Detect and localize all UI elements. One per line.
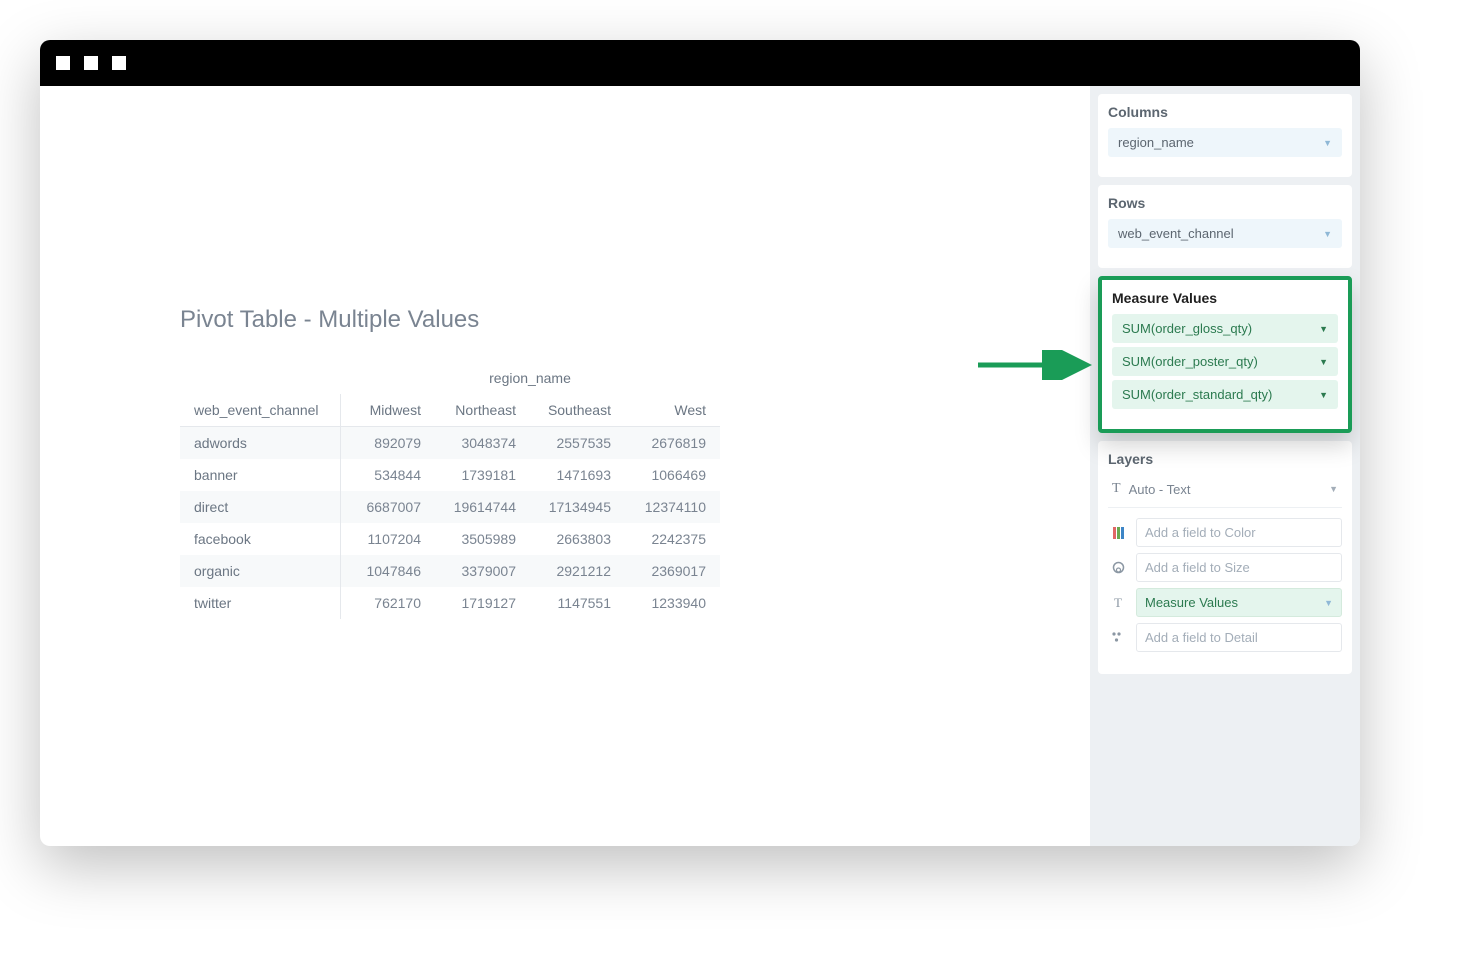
rows-header: web_event_channel: [180, 394, 340, 427]
caret-down-icon: ▼: [1319, 390, 1328, 400]
columns-field-label: region_name: [1118, 135, 1194, 150]
size-icon: [1108, 558, 1128, 578]
table-row: organic1047846337900729212122369017: [180, 555, 720, 587]
text-icon: T: [1108, 593, 1128, 613]
cell-value: 17134945: [530, 491, 625, 523]
caret-down-icon: ▼: [1319, 324, 1328, 334]
caret-down-icon: ▼: [1329, 484, 1338, 494]
cell-value: 1233940: [625, 587, 720, 619]
columns-panel: Columns region_name ▼: [1098, 94, 1352, 177]
table-row: banner534844173918114716931066469: [180, 459, 720, 491]
size-field-input[interactable]: Add a field to Size: [1136, 553, 1342, 582]
rows-panel-title: Rows: [1108, 195, 1342, 211]
table-row: adwords892079304837425575352676819: [180, 427, 720, 460]
window-control[interactable]: [56, 56, 70, 70]
table-row: direct6687007196147441713494512374110: [180, 491, 720, 523]
table-row: twitter762170171912711475511233940: [180, 587, 720, 619]
measure-values-panel: Measure Values SUM(order_gloss_qty)▼SUM(…: [1098, 276, 1352, 433]
column-header: Midwest: [340, 394, 435, 427]
measure-label: SUM(order_poster_qty): [1122, 354, 1258, 369]
measure-pill[interactable]: SUM(order_poster_qty) ▼: [1112, 347, 1338, 376]
caret-down-icon: ▼: [1324, 598, 1333, 608]
rows-field-label: web_event_channel: [1118, 226, 1234, 241]
window-control[interactable]: [84, 56, 98, 70]
measure-label: SUM(order_standard_qty): [1122, 387, 1272, 402]
cell-value: 2242375: [625, 523, 720, 555]
color-icon: [1108, 523, 1128, 543]
row-label: organic: [180, 555, 340, 587]
cell-value: 1147551: [530, 587, 625, 619]
text-field-value: Measure Values: [1145, 595, 1238, 610]
layers-type-label: Auto - Text: [1129, 482, 1191, 497]
text-field-input[interactable]: Measure Values ▼: [1136, 588, 1342, 617]
cell-value: 1107204: [340, 523, 435, 555]
cell-value: 12374110: [625, 491, 720, 523]
layers-panel: Layers T Auto - Text ▼: [1098, 441, 1352, 674]
measure-values-title: Measure Values: [1112, 290, 1338, 306]
page-title: Pivot Table - Multiple Values: [180, 306, 1050, 334]
callout-arrow-icon: [974, 350, 1094, 380]
cell-value: 6687007: [340, 491, 435, 523]
cell-value: 1471693: [530, 459, 625, 491]
cell-value: 3379007: [435, 555, 530, 587]
measure-label: SUM(order_gloss_qty): [1122, 321, 1252, 336]
color-field-input[interactable]: Add a field to Color: [1136, 518, 1342, 547]
layers-panel-title: Layers: [1108, 451, 1342, 467]
pivot-table: region_name web_event_channel MidwestNor…: [180, 362, 720, 619]
cell-value: 19614744: [435, 491, 530, 523]
caret-down-icon: ▼: [1323, 138, 1332, 148]
table-row: facebook1107204350598926638032242375: [180, 523, 720, 555]
cell-value: 1719127: [435, 587, 530, 619]
titlebar: [40, 40, 1360, 86]
cell-value: 2557535: [530, 427, 625, 460]
row-label: direct: [180, 491, 340, 523]
detail-icon: [1108, 628, 1128, 648]
column-header: Northeast: [435, 394, 530, 427]
row-label: twitter: [180, 587, 340, 619]
cell-value: 1047846: [340, 555, 435, 587]
cell-value: 1066469: [625, 459, 720, 491]
cell-value: 762170: [340, 587, 435, 619]
column-header: West: [625, 394, 720, 427]
text-icon: T: [1112, 481, 1121, 497]
detail-field-input[interactable]: Add a field to Detail: [1136, 623, 1342, 652]
columns-superheader: region_name: [340, 362, 720, 394]
main-canvas: Pivot Table - Multiple Values region_nam…: [40, 86, 1090, 846]
row-label: banner: [180, 459, 340, 491]
row-label: adwords: [180, 427, 340, 460]
cell-value: 2369017: [625, 555, 720, 587]
row-label: facebook: [180, 523, 340, 555]
rows-field-pill[interactable]: web_event_channel ▼: [1108, 219, 1342, 248]
caret-down-icon: ▼: [1323, 229, 1332, 239]
cell-value: 2921212: [530, 555, 625, 587]
measure-pill[interactable]: SUM(order_gloss_qty) ▼: [1112, 314, 1338, 343]
cell-value: 892079: [340, 427, 435, 460]
measure-pill[interactable]: SUM(order_standard_qty) ▼: [1112, 380, 1338, 409]
layers-type-selector[interactable]: T Auto - Text ▼: [1108, 475, 1342, 508]
cell-value: 3505989: [435, 523, 530, 555]
rows-panel: Rows web_event_channel ▼: [1098, 185, 1352, 268]
config-sidebar: Columns region_name ▼ Rows web_event_cha…: [1090, 86, 1360, 846]
columns-field-pill[interactable]: region_name ▼: [1108, 128, 1342, 157]
window-control[interactable]: [112, 56, 126, 70]
columns-panel-title: Columns: [1108, 104, 1342, 120]
cell-value: 2676819: [625, 427, 720, 460]
cell-value: 3048374: [435, 427, 530, 460]
cell-value: 534844: [340, 459, 435, 491]
cell-value: 2663803: [530, 523, 625, 555]
column-header: Southeast: [530, 394, 625, 427]
app-window: Pivot Table - Multiple Values region_nam…: [40, 40, 1360, 846]
caret-down-icon: ▼: [1319, 357, 1328, 367]
cell-value: 1739181: [435, 459, 530, 491]
